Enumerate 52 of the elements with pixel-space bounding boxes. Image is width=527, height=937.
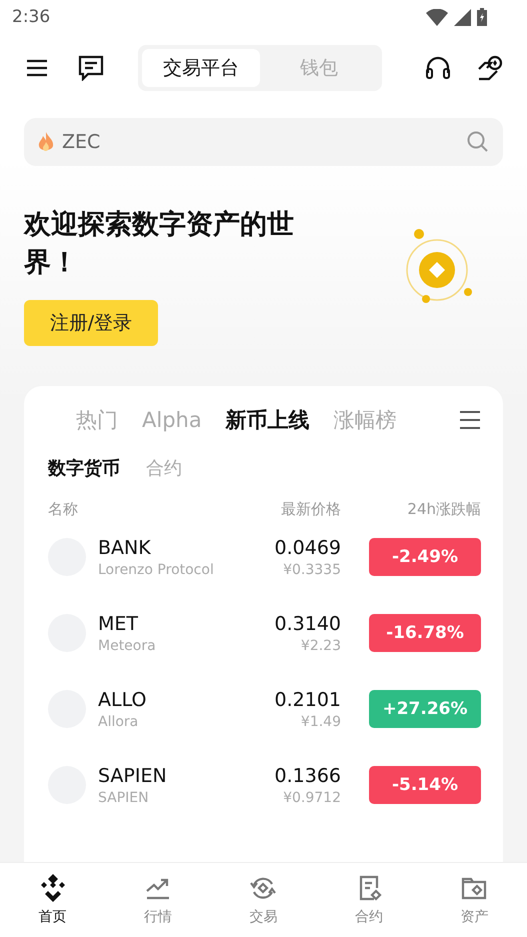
search-icon[interactable] [467, 131, 489, 153]
nav-tab[interactable]: 行情 [123, 874, 194, 926]
fiat-price: ¥2.23 [300, 638, 341, 654]
coin-symbol[interactable]: BANK [98, 536, 231, 558]
coin-name: SAPIEN [98, 790, 150, 806]
welcome-title: 欢迎探索数字资产的世界！ [24, 208, 295, 280]
change-badge[interactable]: -16.78% [369, 614, 481, 652]
search-field[interactable]: ZEC [60, 130, 461, 154]
market-tab[interactable]: 新币上线 [226, 406, 310, 434]
signal-icon [454, 8, 471, 26]
coin-price: 0.1366 [274, 764, 341, 786]
mode-tab[interactable]: 交易平台 [142, 49, 260, 87]
menu-icon[interactable] [26, 58, 48, 78]
headset-icon[interactable] [425, 55, 451, 79]
coin-name: Lorenzo Protocol [98, 562, 215, 578]
coin-symbol[interactable]: SAPIEN [98, 764, 231, 786]
column-header: 24h涨跌幅 [406, 500, 481, 519]
market-tab[interactable]: Alpha [142, 408, 202, 432]
wifi-icon [426, 8, 448, 26]
market-tab[interactable]: 热门 [76, 406, 118, 434]
status-time: 2:36 [12, 7, 50, 27]
fiat-price: ¥0.3335 [282, 562, 341, 578]
category-tab[interactable]: 合约 [146, 456, 182, 480]
coin-price: 0.0469 [274, 536, 341, 558]
coin-price: 0.3140 [274, 612, 341, 634]
coin-symbol[interactable]: MET [98, 612, 231, 634]
fiat-price: ¥0.9712 [282, 790, 341, 806]
change-badge[interactable]: -2.49% [369, 538, 481, 576]
market-tab[interactable]: 涨幅榜 [334, 406, 397, 434]
column-header: 最新价格 [280, 500, 341, 519]
column-header: 名称 [48, 500, 79, 519]
battery-icon [477, 8, 487, 26]
coin-name: Meteora [98, 638, 157, 654]
flame-icon [38, 132, 54, 152]
nav-tab[interactable]: 资产 [439, 874, 510, 926]
coin-name: Allora [98, 714, 140, 730]
coin-symbol[interactable]: ALLO [98, 688, 231, 710]
login-button[interactable]: 注册/登录 [24, 300, 158, 346]
nav-tab[interactable]: 合约 [334, 874, 404, 926]
nav-tab[interactable]: 交易 [228, 874, 298, 926]
search-bar[interactable]: ZEC [24, 118, 503, 166]
coin-price: 0.2101 [274, 688, 341, 710]
nav-tab[interactable]: 首页 [18, 874, 88, 926]
home-icon [38, 874, 67, 902]
fiat-price: ¥1.49 [300, 714, 341, 730]
change-badge[interactable]: +27.26% [369, 690, 481, 728]
change-badge[interactable]: -5.14% [369, 766, 481, 804]
mode-tab[interactable]: 钱包 [260, 49, 378, 87]
category-tab[interactable]: 数字货币 [48, 456, 120, 480]
message-icon[interactable] [78, 55, 104, 81]
menu-icon[interactable] [459, 410, 481, 430]
gift-hand-icon[interactable] [477, 55, 503, 81]
